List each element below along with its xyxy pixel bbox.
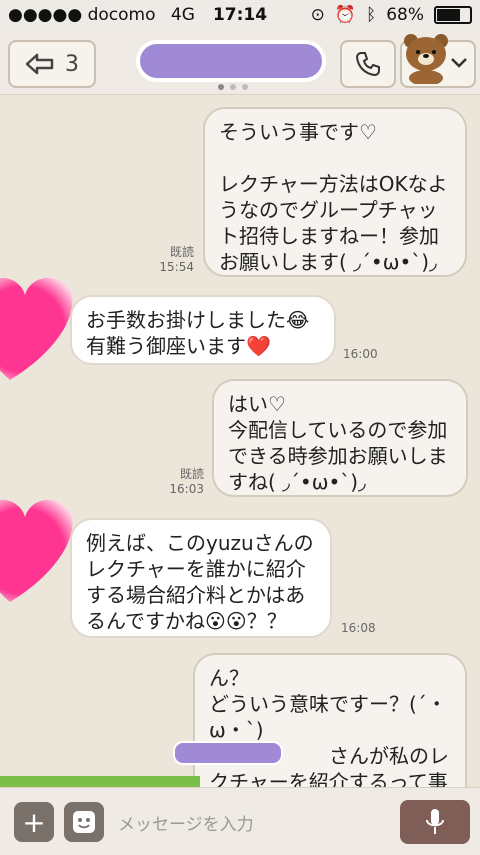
- unread-count: 3: [65, 51, 79, 77]
- message-time: 16:00: [343, 347, 378, 361]
- message-text: はい♡ 今配信しているので参加できる時参加お願いしますね( ◞´•ω•`)◞: [228, 392, 448, 494]
- voice-button[interactable]: [400, 800, 470, 844]
- status-bar: ●●●●● docomo 4G 17:14 ⊙ ⏰ ᛒ 68%: [0, 0, 480, 32]
- plus-button[interactable]: +: [14, 802, 54, 842]
- phone-icon: [355, 52, 380, 77]
- battery-fill: [437, 9, 461, 21]
- read-receipt: 既読: [169, 245, 194, 259]
- message-text: お手数お掛けしました😂 有難う御座います❤️: [86, 308, 310, 358]
- page-dot: [242, 84, 248, 90]
- plus-icon: +: [22, 805, 46, 839]
- battery-percent: 68%: [386, 5, 424, 25]
- page-dots: [218, 84, 248, 90]
- battery-icon: [434, 6, 472, 24]
- bluetooth-icon: ᛒ: [366, 5, 377, 25]
- message-bubble[interactable]: そういう事です♡ レクチャー方法はOKなようなのでグループチャット招待しますねー…: [203, 107, 467, 277]
- input-bar: + メッセージを入力: [0, 787, 480, 855]
- chat-area[interactable]: 既読 15:54 そういう事です♡ レクチャー方法はOKなようなのでグループチャ…: [0, 95, 480, 787]
- message-meta: 既読 15:54: [150, 245, 194, 275]
- sticker-button[interactable]: [64, 802, 104, 842]
- status-icons: ⊙ ⏰ ᛒ 68%: [311, 5, 472, 25]
- back-button[interactable]: 3: [8, 40, 96, 88]
- message-text: そういう事です♡ レクチャー方法はOKなようなのでグループチャット招待しますねー…: [219, 120, 448, 274]
- message-text: 例えば、このyuzuさんのレクチャーを誰かに紹介する場合紹介料とかはあるんですか…: [86, 531, 314, 633]
- heart-icon: [0, 499, 73, 602]
- message-bubble[interactable]: お手数お掛けしました😂 有難う御座います❤️: [70, 295, 336, 365]
- page-dot: [218, 84, 224, 90]
- message-bubble[interactable]: 例えば、このyuzuさんのレクチャーを誰かに紹介する場合紹介料とかはあるんですか…: [70, 518, 332, 638]
- message-text: ん？ どういう意味ですー？(´・ω・`) さんが私のレクチャーを紹介するって事で: [209, 666, 449, 787]
- message-bubble[interactable]: ん？ どういう意味ですー？(´・ω・`) さんが私のレクチャーを紹介するって事で: [173, 653, 467, 787]
- brown-bear-icon[interactable]: [402, 32, 450, 84]
- message-bubble[interactable]: はい♡ 今配信しているので参加できる時参加お願いしますね( ◞´•ω•`)◞: [212, 379, 468, 497]
- microphone-icon: [426, 809, 444, 834]
- call-button[interactable]: [340, 40, 396, 88]
- rotation-lock-icon: ⊙: [310, 5, 325, 25]
- message-input[interactable]: メッセージを入力: [118, 810, 254, 835]
- read-receipt: 既読: [179, 467, 204, 481]
- back-arrow-icon: [25, 53, 54, 75]
- chat-title-redacted[interactable]: [136, 40, 326, 82]
- message-time: 16:08: [341, 621, 376, 635]
- message-meta: 既読 16:03: [160, 467, 204, 497]
- heart-icon: [0, 277, 73, 380]
- alarm-icon: ⏰: [334, 5, 356, 25]
- page-dot: [230, 84, 236, 90]
- message-time: 15:54: [159, 260, 194, 274]
- redacted-name: [173, 741, 283, 765]
- chevron-down-icon: [451, 58, 467, 68]
- smiley-icon: [73, 811, 95, 833]
- message-time: 16:03: [169, 482, 204, 496]
